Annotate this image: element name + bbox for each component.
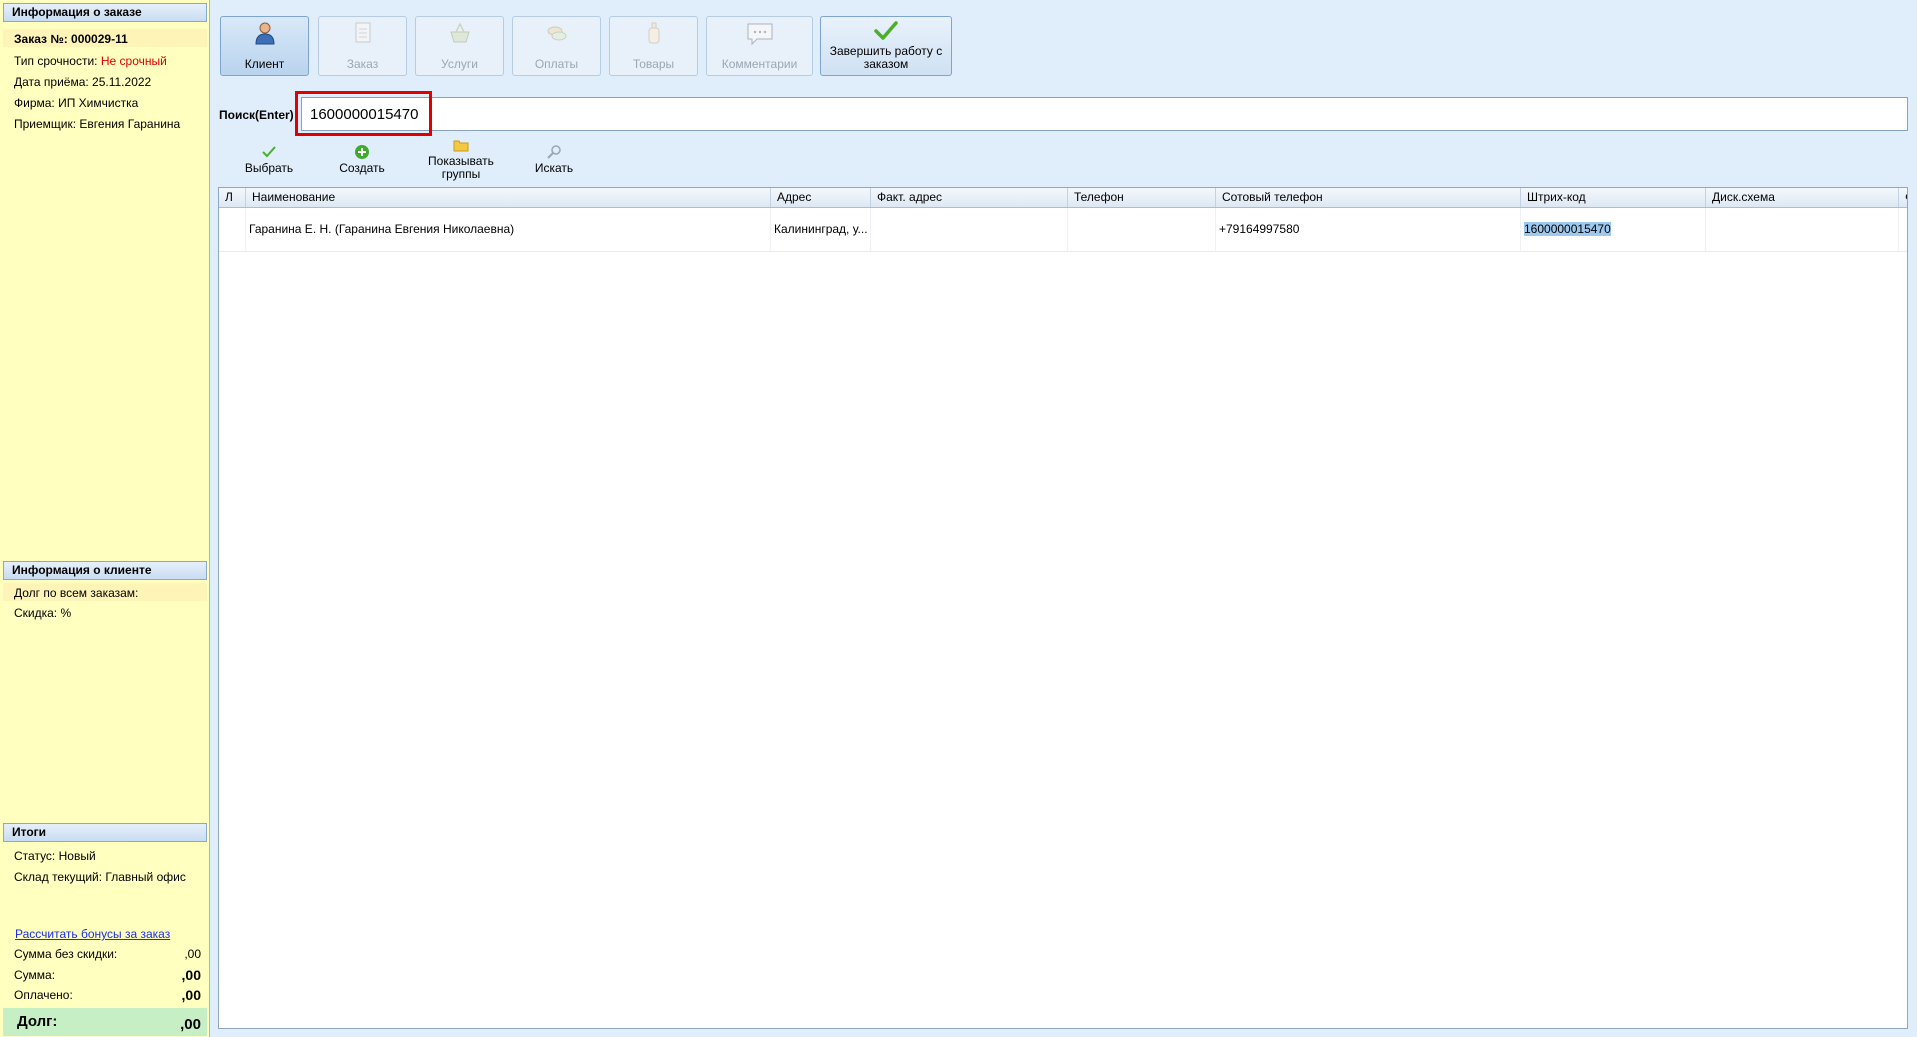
col-header-phone[interactable]: Телефон — [1068, 188, 1216, 207]
cell-mobile: +79164997580 — [1216, 208, 1521, 251]
col-header-address[interactable]: Адрес — [771, 188, 871, 207]
col-header-disc-scheme[interactable]: Диск.схема — [1706, 188, 1899, 207]
coins-icon — [513, 21, 600, 47]
col-header-l[interactable]: Л — [219, 188, 246, 207]
totals-header[interactable]: Итоги — [3, 823, 207, 842]
check-icon — [241, 144, 297, 160]
client-label: Клиент — [244, 57, 285, 71]
comments-label: Комментарии — [721, 57, 798, 71]
sum-label: Сумма: — [14, 968, 56, 982]
urgency-value: Не срочный — [100, 54, 167, 68]
find-button[interactable]: Искать — [529, 144, 579, 175]
goods-label: Товары — [632, 57, 675, 71]
debt-box: Долг: ,00 — [3, 1008, 207, 1036]
document-icon — [319, 21, 406, 47]
basket-icon — [416, 21, 503, 47]
create-button[interactable]: Создать — [337, 144, 387, 175]
speech-bubble-icon — [707, 21, 812, 47]
bottle-icon — [610, 21, 697, 47]
search-input[interactable] — [310, 102, 1890, 126]
debt-value: ,00 — [180, 1016, 201, 1033]
barcode-selected-text: 1600000015470 — [1524, 222, 1611, 236]
find-label: Искать — [534, 161, 574, 175]
clients-grid: Л Наименование Адрес Факт. адрес Телефон… — [218, 187, 1908, 1029]
cell-address: Калининград, у... — [771, 208, 871, 251]
select-button[interactable]: Выбрать — [241, 144, 297, 175]
order-info-header[interactable]: Информация о заказе — [3, 3, 207, 22]
client-info-header[interactable]: Информация о клиенте — [3, 561, 207, 580]
magnifier-icon — [529, 144, 579, 160]
cell-name: Гаранина Е. Н. (Гаранина Евгения Николае… — [246, 208, 771, 251]
receiver-line: Приемщик: Евгения Гаранина — [14, 117, 181, 131]
col-header-f[interactable]: Ф — [1899, 188, 1907, 207]
select-label: Выбрать — [244, 161, 294, 175]
order-button[interactable]: Заказ — [318, 16, 407, 76]
urgency-line: Тип срочности: Не срочный — [14, 54, 167, 68]
col-header-mobile[interactable]: Сотовый телефон — [1216, 188, 1521, 207]
search-label: Поиск(Enter) — [219, 108, 294, 122]
cell-phone — [1068, 208, 1216, 251]
show-groups-button[interactable]: Показывать группы — [419, 137, 503, 181]
person-icon — [221, 21, 308, 47]
services-button[interactable]: Услуги — [415, 16, 504, 76]
debt-label: Долг: — [17, 1013, 58, 1030]
services-label: Услуги — [441, 57, 478, 71]
payments-button[interactable]: Оплаты — [512, 16, 601, 76]
main-area: Клиент Заказ Услуги Оплаты Товары Коммен… — [211, 0, 1917, 1037]
grid-header: Л Наименование Адрес Факт. адрес Телефон… — [219, 188, 1907, 208]
folder-icon — [419, 137, 503, 153]
client-debt-line: Долг по всем заказам: — [14, 586, 139, 600]
paid-value: ,00 — [181, 987, 201, 1003]
checkmark-icon — [821, 19, 951, 45]
warehouse-line: Склад текущий: Главный офис — [14, 870, 186, 884]
firm-line: Фирма: ИП Химчистка — [14, 96, 139, 110]
finish-order-button[interactable]: Завершить работу с заказом — [820, 16, 952, 76]
cell-l — [219, 208, 246, 251]
status-line: Статус: Новый — [14, 849, 96, 863]
plus-circle-icon — [337, 144, 387, 160]
order-number: Заказ №: 000029-11 — [14, 32, 128, 46]
paid-label: Оплачено: — [14, 988, 73, 1002]
col-header-fact-address[interactable]: Факт. адрес — [871, 188, 1068, 207]
order-info-panel: Информация о заказе Заказ №: 000029-11 Т… — [0, 0, 210, 1037]
cell-fact-address — [871, 208, 1068, 251]
col-header-name[interactable]: Наименование — [246, 188, 771, 207]
payments-label: Оплаты — [534, 57, 579, 71]
search-field[interactable] — [301, 97, 1908, 131]
client-button[interactable]: Клиент — [220, 16, 309, 76]
goods-button[interactable]: Товары — [609, 16, 698, 76]
cell-barcode: 1600000015470 — [1521, 208, 1706, 251]
show-groups-label: Показывать группы — [428, 154, 494, 181]
create-label: Создать — [339, 161, 385, 175]
cell-disc-scheme — [1706, 208, 1899, 251]
table-row[interactable]: Гаранина Е. Н. (Гаранина Евгения Николае… — [219, 208, 1907, 252]
comments-button[interactable]: Комментарии — [706, 16, 813, 76]
receive-date: Дата приёма: 25.11.2022 — [14, 75, 152, 89]
sum-no-discount-label: Сумма без скидки: — [14, 947, 118, 961]
sum-no-discount-value: ,00 — [184, 947, 201, 961]
urgency-label: Тип срочности: — [14, 54, 98, 68]
order-label: Заказ — [346, 57, 379, 71]
discount-line: Скидка: % — [14, 606, 72, 620]
col-header-barcode[interactable]: Штрих-код — [1521, 188, 1706, 207]
sum-value: ,00 — [181, 967, 201, 983]
calc-bonus-link[interactable]: Рассчитать бонусы за заказ — [15, 927, 170, 941]
finish-order-label: Завершить работу с заказом — [829, 44, 943, 71]
